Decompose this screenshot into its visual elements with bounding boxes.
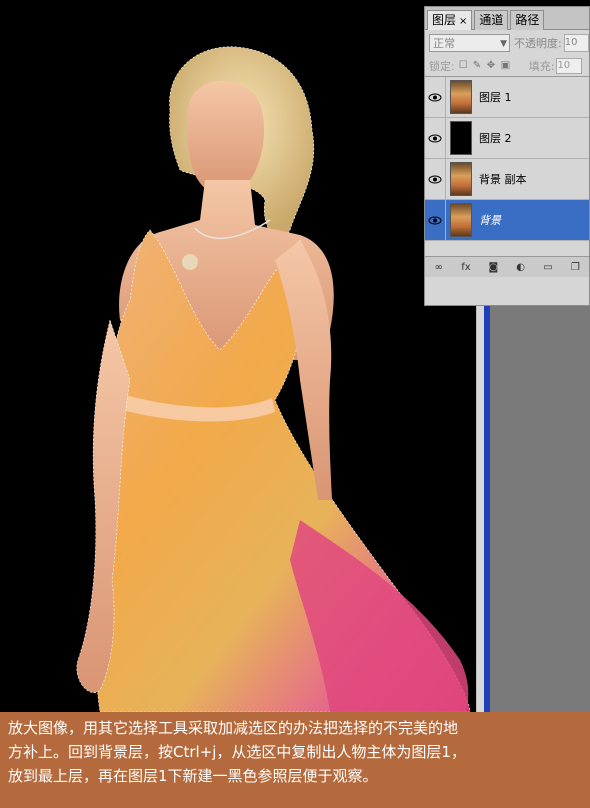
layers-list: 图层 1 图层 2 背景 副本 背景 ∞ fx ◙ ◐ ▭ ❐ <box>425 77 589 277</box>
fill-field[interactable]: 10 <box>556 58 583 74</box>
layer-row-selected[interactable]: 背景 <box>425 200 589 241</box>
layer-name: 背景 <box>479 214 501 227</box>
lock-position-icon[interactable]: ✥ <box>487 61 497 71</box>
caption-line: 放到最上层，再在图层1下新建一黑色参照层便于观察。 <box>8 767 378 785</box>
fill-label: 填充: <box>528 60 555 73</box>
visibility-eye-icon[interactable] <box>425 118 446 158</box>
opacity-field[interactable]: 10 <box>563 34 589 52</box>
layers-panel: 图层 × 通道 路径 正常 ▼ 不透明度: 10 锁定: ☐ ✎ ✥ ▣ 填充: … <box>424 6 590 306</box>
tutorial-caption: 放大图像，用其它选择工具采取加减选区的办法把选择的不完美的地 方补上。回到背景层… <box>0 712 590 808</box>
layer-row[interactable]: 背景 副本 <box>425 159 589 200</box>
visibility-eye-icon[interactable] <box>425 200 446 240</box>
layer-thumbnail <box>450 162 472 196</box>
lock-pixels-icon[interactable]: ✎ <box>473 61 483 71</box>
tab-channels[interactable]: 通道 <box>474 10 509 30</box>
lock-label: 锁定: <box>429 60 455 73</box>
pasteboard-area <box>490 300 590 712</box>
blend-mode-value: 正常 <box>433 37 455 50</box>
fx-icon[interactable]: fx <box>458 262 474 273</box>
blend-row: 正常 ▼ 不透明度: 10 <box>425 30 589 56</box>
panel-tabs: 图层 × 通道 路径 <box>425 7 589 30</box>
layer-thumbnail <box>450 121 472 155</box>
lock-transparency-icon[interactable]: ☐ <box>459 61 469 71</box>
layer-row[interactable]: 图层 2 <box>425 118 589 159</box>
mask-icon[interactable]: ◙ <box>485 262 501 273</box>
caption-line: 方补上。回到背景层，按Ctrl+j，从选区中复制出人物主体为图层1， <box>8 743 466 761</box>
layer-name: 图层 1 <box>479 91 512 104</box>
layer-name: 图层 2 <box>479 132 512 145</box>
panel-footer: ∞ fx ◙ ◐ ▭ ❐ <box>425 256 589 277</box>
layer-row[interactable]: 图层 1 <box>425 77 589 118</box>
tab-paths[interactable]: 路径 <box>510 10 545 30</box>
link-icon[interactable]: ∞ <box>431 262 447 273</box>
layer-thumbnail <box>450 203 472 237</box>
chevron-down-icon: ▼ <box>500 39 508 49</box>
visibility-eye-icon[interactable] <box>425 77 446 117</box>
tab-layers-label: 图层 <box>432 13 457 27</box>
layer-name: 背景 副本 <box>479 173 527 186</box>
lock-row: 锁定: ☐ ✎ ✥ ▣ 填充: 10 <box>425 56 589 77</box>
tab-paths-label: 路径 <box>515 13 540 27</box>
opacity-label: 不透明度: <box>514 37 562 50</box>
tab-channels-label: 通道 <box>479 13 504 27</box>
layer-thumbnail <box>450 80 472 114</box>
blend-mode-select[interactable]: 正常 ▼ <box>429 34 511 52</box>
adjustment-icon[interactable]: ◐ <box>513 262 529 273</box>
lock-all-icon[interactable]: ▣ <box>501 61 511 71</box>
new-layer-icon[interactable]: ❐ <box>567 262 583 273</box>
close-icon[interactable]: × <box>459 16 467 27</box>
tab-layers[interactable]: 图层 × <box>427 10 473 30</box>
visibility-eye-icon[interactable] <box>425 159 446 199</box>
folder-icon[interactable]: ▭ <box>540 262 556 273</box>
caption-line: 放大图像，用其它选择工具采取加减选区的办法把选择的不完美的地 <box>8 719 459 737</box>
woman-photo-selection <box>76 46 471 712</box>
